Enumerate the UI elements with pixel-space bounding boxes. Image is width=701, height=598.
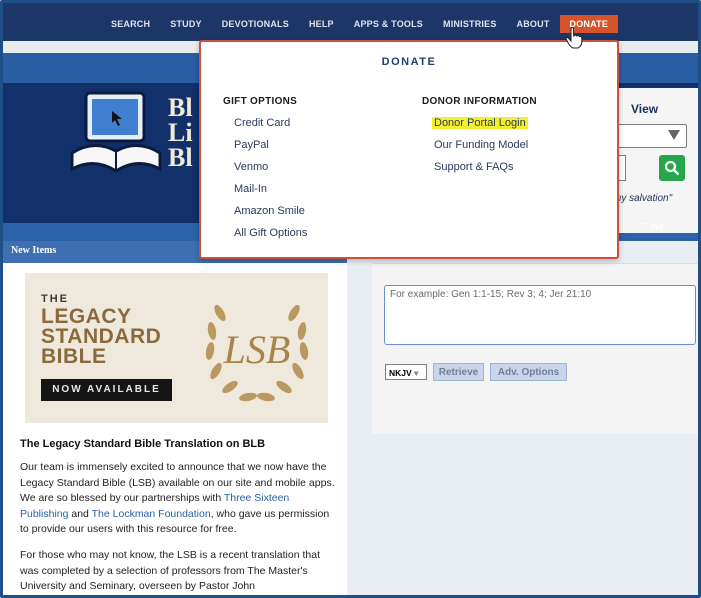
article-paragraph-1: Our team is immensely excited to announc…	[20, 461, 335, 536]
promo-title: LEGACY STANDARD BIBLE	[41, 305, 162, 368]
verse-quote: my salvation"	[613, 193, 673, 204]
menu-item-mail-in[interactable]: Mail-In	[234, 183, 267, 195]
adv-options-button[interactable]: Adv. Options	[490, 363, 567, 381]
hand-cursor-icon	[565, 27, 583, 49]
menu-item-credit-card[interactable]: Credit Card	[234, 117, 290, 129]
select-arrow-icon: ▾	[414, 368, 419, 378]
gift-options-heading: GIFT OPTIONS	[223, 96, 298, 107]
search-button[interactable]	[659, 155, 685, 181]
dropdown-heading: DONATE	[381, 56, 437, 68]
menu-item-venmo[interactable]: Venmo	[234, 161, 268, 173]
nav-study[interactable]: STUDY	[160, 15, 212, 33]
nav-links: SEARCH STUDY DEVOTIONALS HELP APPS & TOO…	[101, 15, 619, 33]
hebrew-script: ~ ۍه	[639, 217, 664, 231]
menu-item-all-gift-options[interactable]: All Gift Options	[234, 227, 307, 239]
svg-text:LSB: LSB	[223, 327, 291, 372]
menu-item-donor-portal-login[interactable]: Donor Portal Login	[432, 117, 528, 129]
nav-search[interactable]: SEARCH	[101, 15, 160, 33]
menu-item-paypal[interactable]: PayPal	[234, 139, 269, 151]
donate-dropdown-menu: DONATE GIFT OPTIONS Credit Card PayPal V…	[199, 40, 619, 259]
article-title: The Legacy Standard Bible Translation on…	[20, 438, 266, 450]
passage-input[interactable]: For example: Gen 1:1-15; Rev 3; 4; Jer 2…	[384, 285, 696, 345]
search-icon	[664, 160, 680, 176]
nav-help[interactable]: HELP	[299, 15, 344, 33]
lsb-wreath-seal-icon: LSB	[205, 304, 309, 402]
lockman-foundation-link[interactable]: The Lockman Foundation	[92, 508, 211, 520]
nav-apps-tools[interactable]: APPS & TOOLS	[344, 15, 433, 33]
menu-item-funding-model[interactable]: Our Funding Model	[434, 139, 528, 151]
view-label: View	[631, 102, 659, 116]
lsb-promo-banner[interactable]: THE LEGACY STANDARD BIBLE NOW AVAILABLE	[25, 273, 328, 423]
blb-logo-icon[interactable]	[68, 91, 164, 181]
nav-about[interactable]: ABOUT	[507, 15, 560, 33]
nav-devotionals[interactable]: DEVOTIONALS	[212, 15, 299, 33]
article-paragraph-2: For those who may not know, the LSB is a…	[20, 549, 320, 593]
now-available-badge: NOW AVAILABLE	[41, 379, 172, 401]
top-nav: SEARCH STUDY DEVOTIONALS HELP APPS & TOO…	[3, 3, 698, 41]
donor-information-heading: DONOR INFORMATION	[422, 96, 537, 107]
menu-item-amazon-smile[interactable]: Amazon Smile	[234, 205, 305, 217]
menu-item-support-faqs[interactable]: Support & FAQs	[434, 161, 513, 173]
browser-frame: SEARCH STUDY DEVOTIONALS HELP APPS & TOO…	[0, 0, 701, 598]
nav-ministries[interactable]: MINISTRIES	[433, 15, 507, 33]
retrieve-button[interactable]: Retrieve	[433, 363, 484, 381]
site-title-fragment: Bl Li Bl	[168, 93, 193, 172]
dropdown-arrow-icon	[668, 130, 680, 140]
version-select[interactable]: NKJV ▾	[385, 364, 427, 380]
